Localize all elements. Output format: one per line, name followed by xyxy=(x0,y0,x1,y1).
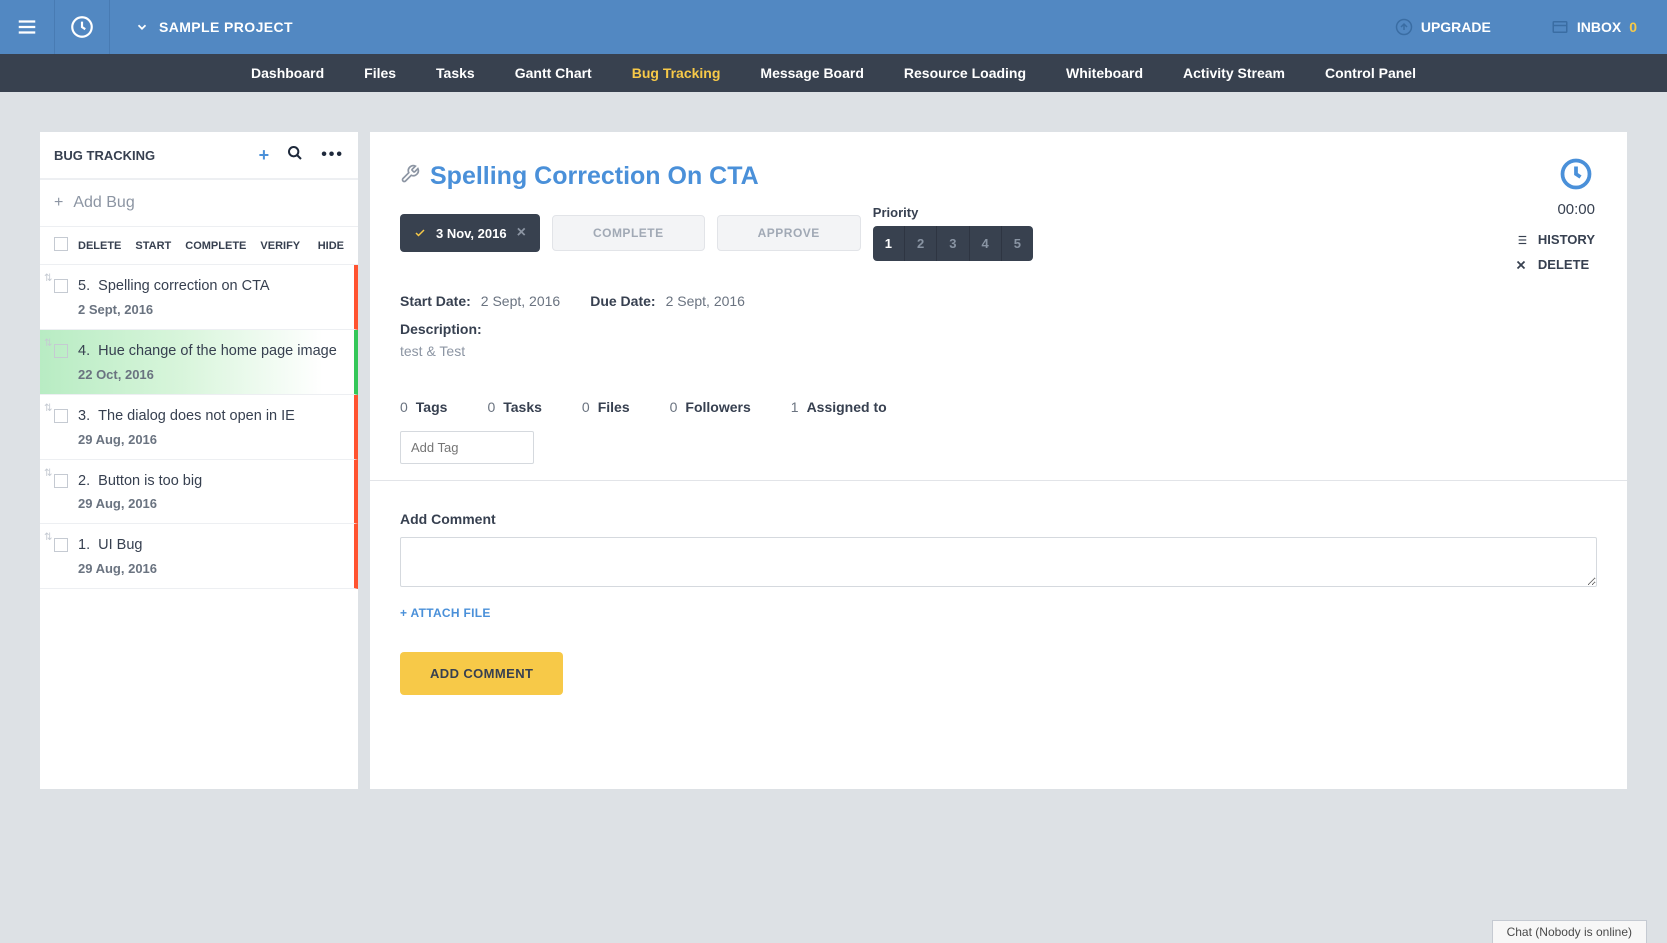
check-icon xyxy=(414,227,426,239)
chevron-down-icon xyxy=(135,20,149,34)
files-count[interactable]: 0Files xyxy=(582,399,630,415)
bug-item[interactable]: ⇅ 1. UI Bug 29 Aug, 2016 xyxy=(40,524,358,589)
date-pill[interactable]: 3 Nov, 2016 × xyxy=(400,214,540,252)
priority-selector: 1 2 3 4 5 xyxy=(873,226,1033,261)
menu-toggle[interactable] xyxy=(0,0,55,54)
bug-detail-panel: 00:00 HISTORY DELETE Spelling Correction… xyxy=(370,132,1627,789)
priority-3[interactable]: 3 xyxy=(937,226,969,261)
inbox-button[interactable]: INBOX 0 xyxy=(1521,18,1667,36)
bug-checkbox[interactable] xyxy=(54,538,68,552)
clear-date-icon[interactable]: × xyxy=(517,224,526,242)
drag-handle-icon[interactable]: ⇅ xyxy=(44,273,52,284)
start-date-value: 2 Sept, 2016 xyxy=(481,293,560,309)
nav-tasks[interactable]: Tasks xyxy=(436,65,475,81)
wrench-icon xyxy=(400,164,420,189)
list-icon xyxy=(1514,233,1528,247)
approve-button[interactable]: APPROVE xyxy=(717,215,861,251)
clock-icon xyxy=(69,14,95,40)
priority-5[interactable]: 5 xyxy=(1002,226,1033,261)
priority-1[interactable]: 1 xyxy=(873,226,905,261)
drag-handle-icon[interactable]: ⇅ xyxy=(44,468,52,479)
add-tag-input[interactable] xyxy=(400,431,534,464)
nav-message-board[interactable]: Message Board xyxy=(760,65,863,81)
bug-list-panel: BUG TRACKING + ••• + Add Bug DELETE STAR… xyxy=(40,132,358,789)
header-complete[interactable]: COMPLETE xyxy=(185,240,246,252)
nav-gantt-chart[interactable]: Gantt Chart xyxy=(515,65,592,81)
bug-list-header: DELETE START COMPLETE VERIFY HIDE xyxy=(40,227,358,265)
priority-label: Priority xyxy=(873,205,1033,220)
followers-count[interactable]: 0Followers xyxy=(670,399,751,415)
search-icon[interactable] xyxy=(287,145,303,166)
history-button[interactable]: HISTORY xyxy=(1514,232,1595,247)
nav-resource-loading[interactable]: Resource Loading xyxy=(904,65,1026,81)
add-comment-button[interactable]: ADD COMMENT xyxy=(400,652,563,695)
sidebar-title: BUG TRACKING xyxy=(54,148,259,163)
upgrade-icon xyxy=(1395,18,1413,36)
upgrade-button[interactable]: UPGRADE xyxy=(1365,18,1521,36)
hamburger-icon xyxy=(16,16,38,38)
header-delete[interactable]: DELETE xyxy=(78,240,121,252)
bug-title: Spelling Correction On CTA xyxy=(430,162,759,191)
project-selector[interactable]: SAMPLE PROJECT xyxy=(110,19,318,35)
bug-item[interactable]: ⇅ 2. Button is too big 29 Aug, 2016 xyxy=(40,460,358,525)
top-bar: SAMPLE PROJECT UPGRADE INBOX 0 xyxy=(0,0,1667,54)
chat-bar[interactable]: Chat (Nobody is online) xyxy=(1492,920,1647,943)
nav-dashboard[interactable]: Dashboard xyxy=(251,65,324,81)
complete-button[interactable]: COMPLETE xyxy=(552,215,705,251)
description-value: test & Test xyxy=(400,343,1597,359)
comment-textarea[interactable] xyxy=(400,537,1597,587)
nav-whiteboard[interactable]: Whiteboard xyxy=(1066,65,1143,81)
timer-clock-icon xyxy=(1558,156,1594,192)
clock-button[interactable] xyxy=(55,0,110,54)
more-icon[interactable]: ••• xyxy=(321,146,344,164)
drag-handle-icon[interactable]: ⇅ xyxy=(44,338,52,349)
tasks-count[interactable]: 0Tasks xyxy=(487,399,541,415)
start-date-label: Start Date: xyxy=(400,293,471,309)
header-hide[interactable]: HIDE xyxy=(318,240,344,252)
priority-4[interactable]: 4 xyxy=(970,226,1002,261)
tags-count[interactable]: 0Tags xyxy=(400,399,447,415)
bug-checkbox[interactable] xyxy=(54,344,68,358)
bug-item[interactable]: ⇅ 4. Hue change of the home page image 2… xyxy=(40,330,358,395)
add-comment-label: Add Comment xyxy=(400,511,1597,527)
due-date-value: 2 Sept, 2016 xyxy=(666,293,745,309)
attach-file-link[interactable]: + ATTACH FILE xyxy=(400,606,491,620)
due-date-label: Due Date: xyxy=(590,293,655,309)
drag-handle-icon[interactable]: ⇅ xyxy=(44,403,52,414)
priority-2[interactable]: 2 xyxy=(905,226,937,261)
bug-checkbox[interactable] xyxy=(54,474,68,488)
project-name: SAMPLE PROJECT xyxy=(159,19,293,35)
select-all-checkbox[interactable] xyxy=(54,237,68,251)
drag-handle-icon[interactable]: ⇅ xyxy=(44,532,52,543)
description-label: Description: xyxy=(400,321,1597,337)
inbox-count: 0 xyxy=(1629,19,1637,35)
inbox-icon xyxy=(1551,18,1569,36)
nav-files[interactable]: Files xyxy=(364,65,396,81)
add-icon[interactable]: + xyxy=(259,145,270,166)
assigned-count[interactable]: 1Assigned to xyxy=(791,399,887,415)
bug-item[interactable]: ⇅ 5. Spelling correction on CTA 2 Sept, … xyxy=(40,265,358,330)
add-bug-button[interactable]: + Add Bug xyxy=(40,180,358,227)
bug-item[interactable]: ⇅ 3. The dialog does not open in IE 29 A… xyxy=(40,395,358,460)
bug-checkbox[interactable] xyxy=(54,409,68,423)
close-icon xyxy=(1514,258,1528,272)
main-nav: Dashboard Files Tasks Gantt Chart Bug Tr… xyxy=(0,54,1667,92)
header-verify[interactable]: VERIFY xyxy=(260,240,300,252)
header-start[interactable]: START xyxy=(135,240,171,252)
delete-button[interactable]: DELETE xyxy=(1514,257,1595,272)
nav-activity-stream[interactable]: Activity Stream xyxy=(1183,65,1285,81)
plus-icon: + xyxy=(54,194,63,212)
nav-bug-tracking[interactable]: Bug Tracking xyxy=(632,65,721,81)
bug-checkbox[interactable] xyxy=(54,279,68,293)
timer[interactable]: 00:00 xyxy=(1557,156,1595,218)
nav-control-panel[interactable]: Control Panel xyxy=(1325,65,1416,81)
